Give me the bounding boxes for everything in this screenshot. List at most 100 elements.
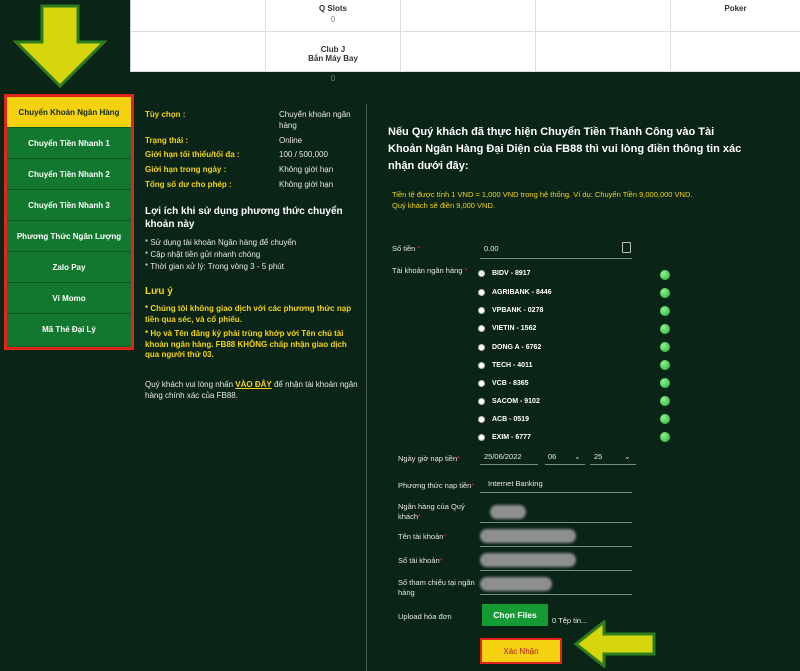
menu-item-agent-card[interactable]: Mã Thẻ Đại Lý [7,314,131,345]
bank-option-agribank[interactable]: AGRIBANK - 8446 [478,289,552,296]
column-divider [366,104,367,671]
bank-option-sacom[interactable]: SACOM - 9102 [478,398,540,405]
info-row: Tổng số dư cho phép : Không giới hạn [145,180,360,191]
reference-underline [480,594,632,595]
bank-option-bidv[interactable]: BIDV - 8917 [478,270,531,277]
table-cell [401,32,536,72]
account-number-input[interactable] [480,553,576,567]
menu-item-fast-transfer-3[interactable]: Chuyển Tiền Nhanh 3 [7,190,131,221]
table-cell [671,32,800,72]
date-input[interactable]: 25/06/2022 [484,452,522,461]
choose-files-button[interactable]: Chọn Files [482,604,548,626]
contact-note: Quý khách vui lòng nhấn VÀO ĐÂY để nhận … [145,379,360,401]
bank-option-tech[interactable]: TECH - 4011 [478,362,532,369]
radio-icon [478,344,485,351]
online-status-icon [660,432,670,442]
method-input[interactable]: Internet Banking [488,479,543,488]
amount-input[interactable]: 0.00 [484,244,499,253]
online-status-icon [660,378,670,388]
menu-item-bank-transfer[interactable]: Chuyển Khoản Ngân Hàng [7,97,131,128]
table-cell [131,0,266,32]
radio-icon [478,362,485,369]
payment-method-menu: Chuyển Khoản Ngân Hàng Chuyển Tiền Nhanh… [4,94,134,350]
radio-icon [478,289,485,296]
bank-account-label: Tài khoản ngân hàng * [392,266,468,275]
online-status-icon [660,414,670,424]
benefits-title: Lợi ích khi sử dụng phương thức chuyển k… [145,205,343,231]
account-name-underline [480,546,632,547]
account-number-underline [480,570,632,571]
chevron-down-icon: ⌄ [574,452,581,461]
radio-icon [478,416,485,423]
menu-item-ngan-luong[interactable]: Phương Thức Ngân Lượng [7,221,131,252]
contact-prefix: Quý khách vui lòng nhấn [145,380,234,390]
menu-item-momo[interactable]: Ví Momo [7,283,131,314]
table-cell [131,32,266,72]
radio-icon [478,325,485,332]
account-name-label: Tên tài khoản* [398,532,447,541]
online-status-icon [660,342,670,352]
reference-input[interactable] [480,577,552,591]
contact-link[interactable]: VÀO ĐÂY [235,380,271,389]
info-row: Tùy chọn : Chuyển khoản ngân hàng [145,110,360,132]
benefits-list: * Sử dụng tài khoản Ngân hàng để chuyển … [145,238,360,271]
customer-bank-input[interactable] [490,505,526,519]
radio-icon [478,398,485,405]
online-status-icon [660,324,670,334]
bank-option-acb[interactable]: ACB - 0519 [478,416,529,423]
customer-bank-label: Ngân hàng của Quý khách* [398,502,465,521]
radio-icon [478,270,485,277]
menu-item-fast-transfer-1[interactable]: Chuyển Tiền Nhanh 1 [7,128,131,159]
account-name-input[interactable] [480,529,576,543]
chevron-down-icon: ⌄ [624,452,631,461]
online-status-icon [660,288,670,298]
online-status-icon [660,360,670,370]
bank-option-vpbank[interactable]: VPBANK - 0278 [478,307,543,314]
cell-name: Club J Bắn Máy Bay [308,45,358,63]
bank-option-vcb[interactable]: VCB - 8365 [478,380,529,387]
reference-label: Số tham chiếu tại ngân hàng [398,578,475,597]
method-info-panel: Tùy chọn : Chuyển khoản ngân hàng Trạng … [145,110,360,402]
minute-select[interactable]: 25 [594,452,602,461]
deposit-confirm-form: Nếu Quý khách đã thực hiện Chuyển Tiền T… [388,124,798,212]
left-arrow-annotation-icon [574,620,656,668]
radio-icon [478,380,485,387]
account-number-label: Số tài khoản* [398,556,443,565]
online-status-icon [660,270,670,280]
cell-name: Poker [724,4,747,13]
rate-note: Tiền tệ được tính 1 VND = 1,000 VND tron… [392,190,693,211]
submit-button[interactable]: Xác Nhận [480,638,562,664]
menu-item-fast-transfer-2[interactable]: Chuyển Tiền Nhanh 2 [7,159,131,190]
cell-count: 0 [330,15,336,24]
info-label: Tùy chọn : [145,110,186,119]
info-row: Giới hạn trong ngày : Không giới hạn [145,165,360,176]
table-cell [536,0,671,32]
customer-bank-underline [480,522,632,523]
info-value: 100 / 500,000 [279,150,328,160]
info-label: Giới hạn tối thiểu/tối đa : [145,150,240,160]
table-cell-poker[interactable]: Poker [671,0,800,32]
games-table: Q Slots 0 Poker Club J Bắn Máy Bay 0 [130,0,800,83]
radio-icon [478,307,485,314]
bank-option-vietin[interactable]: VIETIN - 1562 [478,325,536,332]
radio-icon [478,434,485,441]
table-cell-club-j[interactable]: Club J Bắn Máy Bay 0 [266,32,401,83]
amount-label: Số tiền * [392,244,421,253]
info-value: Online [279,135,303,145]
info-label: Tổng số dư cho phép : [145,179,232,189]
info-value: Không giới hạn [279,179,334,189]
online-status-icon [660,306,670,316]
notes-title: Lưu ý [145,285,173,297]
calculator-icon[interactable] [622,242,631,253]
bank-option-exim[interactable]: EXIM - 6777 [478,434,531,441]
menu-item-zalo-pay[interactable]: Zalo Pay [7,252,131,283]
hour-select[interactable]: 06 [548,452,556,461]
list-item: * Cập nhật tiền gửi nhanh chóng [145,249,261,259]
bank-option-donga[interactable]: DONG A - 6762 [478,344,541,351]
method-label: Phương thức nạp tiền* [398,481,475,490]
list-item: * Sử dụng tài khoản Ngân hàng để chuyển [145,237,297,247]
amount-underline [480,258,632,259]
table-cell-q-slots[interactable]: Q Slots 0 [266,0,401,32]
hour-underline [545,464,585,465]
notes-list: * Chúng tôi không giao dịch với các phươ… [145,304,360,361]
